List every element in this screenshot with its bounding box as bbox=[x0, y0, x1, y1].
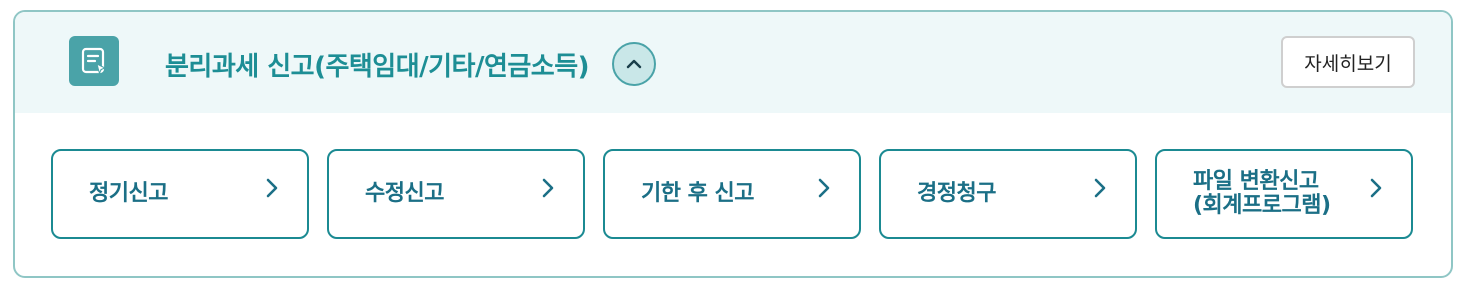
chevron-right-icon bbox=[266, 178, 278, 198]
card-label: 수정신고 bbox=[365, 181, 444, 206]
correction-claim-button[interactable]: 경정청구 bbox=[879, 149, 1137, 239]
late-filing-button[interactable]: 기한 후 신고 bbox=[603, 149, 861, 239]
chevron-right-icon bbox=[1094, 178, 1106, 198]
panel-header: 분리과세 신고(주택임대/기타/연금소득) 자세히보기 bbox=[15, 12, 1451, 113]
file-conversion-filing-button[interactable]: 파일 변환신고 (회계프로그램) bbox=[1155, 149, 1413, 239]
collapse-button[interactable] bbox=[612, 42, 656, 86]
view-details-button[interactable]: 자세히보기 bbox=[1281, 36, 1415, 88]
chevron-right-icon bbox=[1370, 178, 1382, 198]
chevron-right-icon bbox=[542, 178, 554, 198]
card-label: 기한 후 신고 bbox=[641, 181, 755, 206]
panel-title: 분리과세 신고(주택임대/기타/연금소득) bbox=[165, 52, 590, 82]
regular-filing-button[interactable]: 정기신고 bbox=[51, 149, 309, 239]
document-edit-icon bbox=[69, 36, 119, 86]
filing-panel: 분리과세 신고(주택임대/기타/연금소득) 자세히보기 정기신고 수정신고 기한… bbox=[13, 10, 1453, 278]
chevron-right-icon bbox=[818, 178, 830, 198]
card-label: 경정청구 bbox=[917, 181, 996, 206]
card-label: 파일 변환신고 (회계프로그램) bbox=[1193, 169, 1331, 218]
chevron-up-icon bbox=[626, 59, 642, 69]
filing-options: 정기신고 수정신고 기한 후 신고 경정청구 파일 변환신고 (회계프로그램) bbox=[51, 149, 1413, 239]
card-label: 정기신고 bbox=[89, 181, 168, 206]
amended-filing-button[interactable]: 수정신고 bbox=[327, 149, 585, 239]
